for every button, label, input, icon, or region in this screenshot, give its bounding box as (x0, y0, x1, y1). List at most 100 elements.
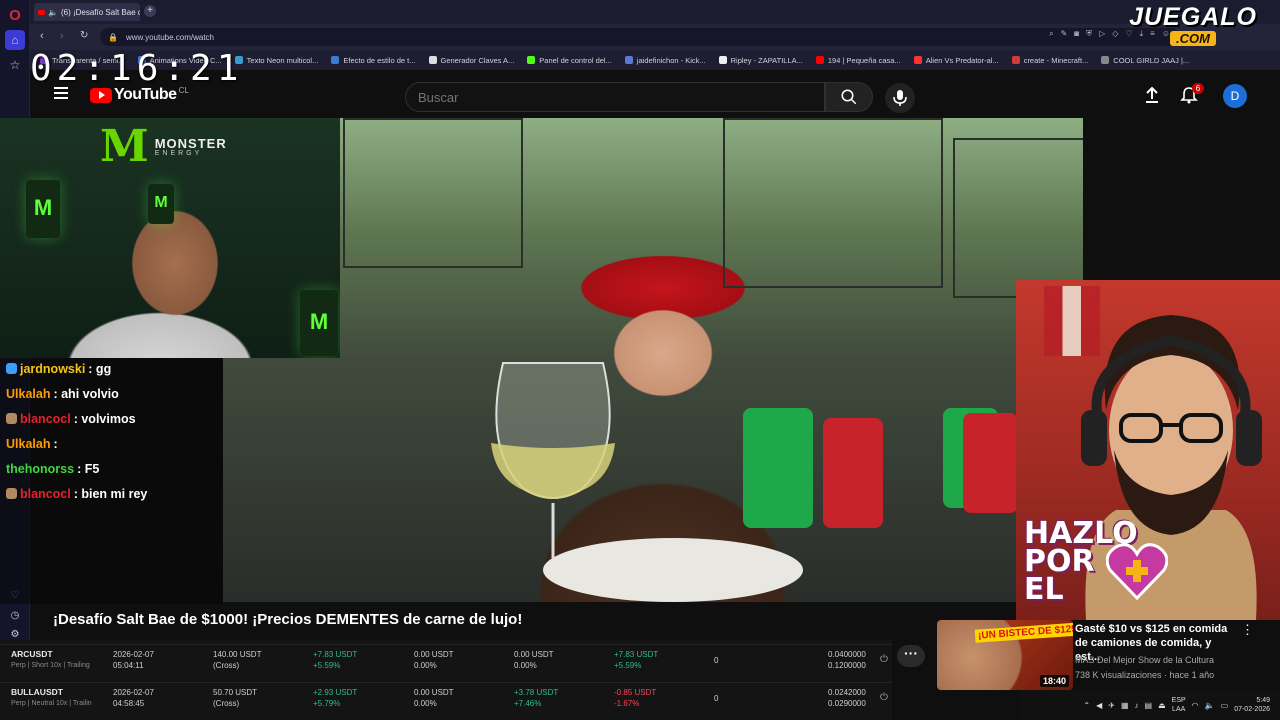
home-icon[interactable]: ⌂ (5, 30, 25, 50)
trade-c5-pct: 0.00% (514, 661, 537, 670)
forward-icon[interactable]: › (60, 30, 64, 42)
input-language[interactable]: ESP LAA (1172, 696, 1186, 714)
clock-date: 07-02-2026 (1234, 706, 1270, 713)
bookmark-item[interactable]: Panel de control del... (527, 56, 612, 65)
bookmark-item[interactable]: Alien Vs Predator-al... (913, 56, 999, 65)
trading-positions-panel: ARCUSDT Perp | Short 10x | Trailing 2026-0… (0, 640, 892, 720)
search-input[interactable] (405, 82, 825, 112)
microphone-icon[interactable]: ♪ (1135, 701, 1139, 710)
green-chair (743, 408, 813, 528)
address-bar[interactable]: 🔒 www.youtube.com/watch (100, 28, 1180, 46)
shield-icon[interactable]: ⛨ (1086, 29, 1092, 39)
chat-username[interactable]: jardnowski (20, 362, 85, 376)
trade-cell: +7.83 USDT +5.59% (313, 649, 357, 671)
juegalo-logo-domain: .COM (1170, 31, 1216, 46)
tray-app-icon[interactable]: ◀ (1096, 701, 1102, 710)
new-tab-button[interactable]: + (144, 5, 156, 17)
bookmark-favicon-icon (331, 56, 340, 64)
close-position-icon[interactable]: ⏻ (880, 654, 888, 665)
history-icon[interactable]: ◷ (5, 605, 25, 625)
trade-price-a: 0.0400000 (828, 650, 866, 659)
search-button[interactable] (825, 82, 873, 112)
trade-pnl: +2.93 USDT (313, 688, 358, 697)
bookmark-item[interactable]: Texto Neon multicol... (234, 56, 318, 65)
bookmark-item[interactable]: Efecto de estilo de t... (331, 55, 416, 65)
bookmark-label: Efecto de estilo de t... (343, 55, 416, 65)
chat-username[interactable]: thehonorss (6, 462, 74, 476)
trade-c6-pct: -1.67% (614, 699, 640, 708)
monster-can-icon: M (300, 290, 338, 356)
screen: O ⌂ ☆ ♡ ◷ ⚙ 🔈 (6) ¡Desafío Salt Bae d × … (0, 0, 1280, 720)
voice-search-button[interactable] (885, 83, 915, 113)
more-vertical-icon[interactable]: ⋮ (1241, 622, 1254, 638)
play-icon[interactable]: ▷ (1099, 29, 1105, 39)
account-avatar[interactable]: D (1223, 84, 1247, 108)
chat-username[interactable]: Ulkalah (6, 387, 50, 401)
chat-badge-icon (6, 413, 17, 424)
red-chair (823, 418, 883, 528)
trade-cell: 140.00 USDT (Cross) (213, 649, 261, 671)
trade-row[interactable]: ARCUSDT Perp | Short 10x | Trailing 2026-0… (0, 644, 892, 682)
tray-app-icon[interactable]: ✈ (1108, 701, 1115, 710)
reload-icon[interactable]: ↻ (80, 30, 88, 41)
bookmark-item[interactable]: Ripley - ZAPATILLA... (718, 55, 803, 65)
wifi-icon[interactable]: ◠ (1192, 701, 1199, 710)
upload-icon (1146, 86, 1158, 103)
star-icon[interactable]: ☆ (5, 55, 25, 75)
trade-cell: 2026-02-07 04:58:45 (113, 687, 154, 709)
usb-icon[interactable]: ⏏ (1158, 701, 1166, 710)
chat-badge-icon (6, 488, 17, 499)
opera-logo-icon[interactable]: O (5, 5, 25, 25)
bookmark-label: 194 | Pequeña casa... (827, 55, 901, 65)
tray-app-icon[interactable]: ▦ (1121, 701, 1129, 710)
recommended-video-thumbnail[interactable]: ¡UN BISTEC DE $125! 18:40 (937, 620, 1073, 690)
search-icon (841, 89, 857, 105)
trade-c5-pct: +7.46% (514, 699, 542, 708)
trade-time: 04:58:45 (113, 699, 145, 708)
trade-sub: Perp | Neutral 10x | Trailin (11, 700, 92, 707)
recommended-channel[interactable]: MÁS Del Mejor Show de la Cultura (1075, 655, 1214, 665)
close-position-icon[interactable]: ⏻ (880, 692, 888, 703)
chat-username[interactable]: blancocl (20, 412, 71, 426)
chat-text: : (53, 437, 58, 451)
trade-row[interactable]: BULLAUSDT Perp | Neutral 10x | Trailin 202… (0, 682, 892, 720)
trade-pnl: +7.83 USDT (313, 650, 358, 659)
volume-icon[interactable]: 🔈 (1205, 701, 1215, 710)
browser-tab[interactable]: 🔈 (6) ¡Desafío Salt Bae d × (34, 3, 140, 21)
chevron-up-icon[interactable]: ⌃ (1083, 701, 1090, 710)
trade-qty: 0 (714, 656, 719, 665)
bookmark-item[interactable]: COOL GIRLD JAAJ |... (1101, 56, 1189, 65)
trade-margin: 50.70 USDT (213, 688, 258, 697)
recommended-meta: 738 K visualizaciones · hace 1 año (1075, 670, 1215, 680)
bookmark-favicon-icon (527, 56, 536, 64)
battery-icon[interactable]: ▭ (1221, 701, 1229, 710)
edit-icon[interactable]: ✎ (1061, 29, 1068, 39)
chat-message: Ulkalah: ahi volvio (6, 387, 119, 401)
chat-badge-icon (6, 363, 17, 374)
chat-username[interactable]: blancocl (20, 487, 71, 501)
create-button[interactable] (1143, 86, 1161, 109)
bookmark-label: Ripley - ZAPATILLA... (730, 55, 803, 65)
speaker-icon[interactable]: 🔈 (48, 8, 58, 17)
video-player[interactable] (223, 118, 1083, 602)
trade-c5: 0.00 USDT (514, 650, 554, 659)
tray-app-icon[interactable]: ▤ (1145, 701, 1153, 710)
bookmark-item[interactable]: 194 | Pequeña casa... (815, 55, 901, 65)
more-actions-button[interactable]: ··· (897, 645, 925, 667)
trade-cell: 0.00 USDT 0.00% (514, 649, 554, 671)
bookmark-item[interactable]: jaidefinichon - Kick... (624, 56, 706, 65)
trade-c6-pct: +5.59% (614, 661, 642, 670)
bookmark-item[interactable]: create - Minecraft... (1011, 56, 1088, 65)
camera-icon[interactable]: ◙ (1074, 29, 1079, 39)
back-icon[interactable]: ‹ (40, 30, 44, 42)
bookmark-favicon-icon (624, 56, 633, 64)
lock-icon[interactable]: 🔒 (108, 33, 118, 42)
chat-username[interactable]: Ulkalah (6, 437, 50, 451)
system-clock[interactable]: 5:49 07-02-2026 (1234, 696, 1270, 714)
background-window (953, 138, 1083, 298)
bookmark-item[interactable]: Generador Claves A... (428, 56, 514, 65)
bookmark-favicon-icon (428, 56, 437, 64)
bookmark-label: Panel de control del... (539, 55, 612, 65)
url-text[interactable]: www.youtube.com/watch (126, 33, 214, 42)
zoom-icon[interactable]: ⌕ (1049, 29, 1053, 39)
